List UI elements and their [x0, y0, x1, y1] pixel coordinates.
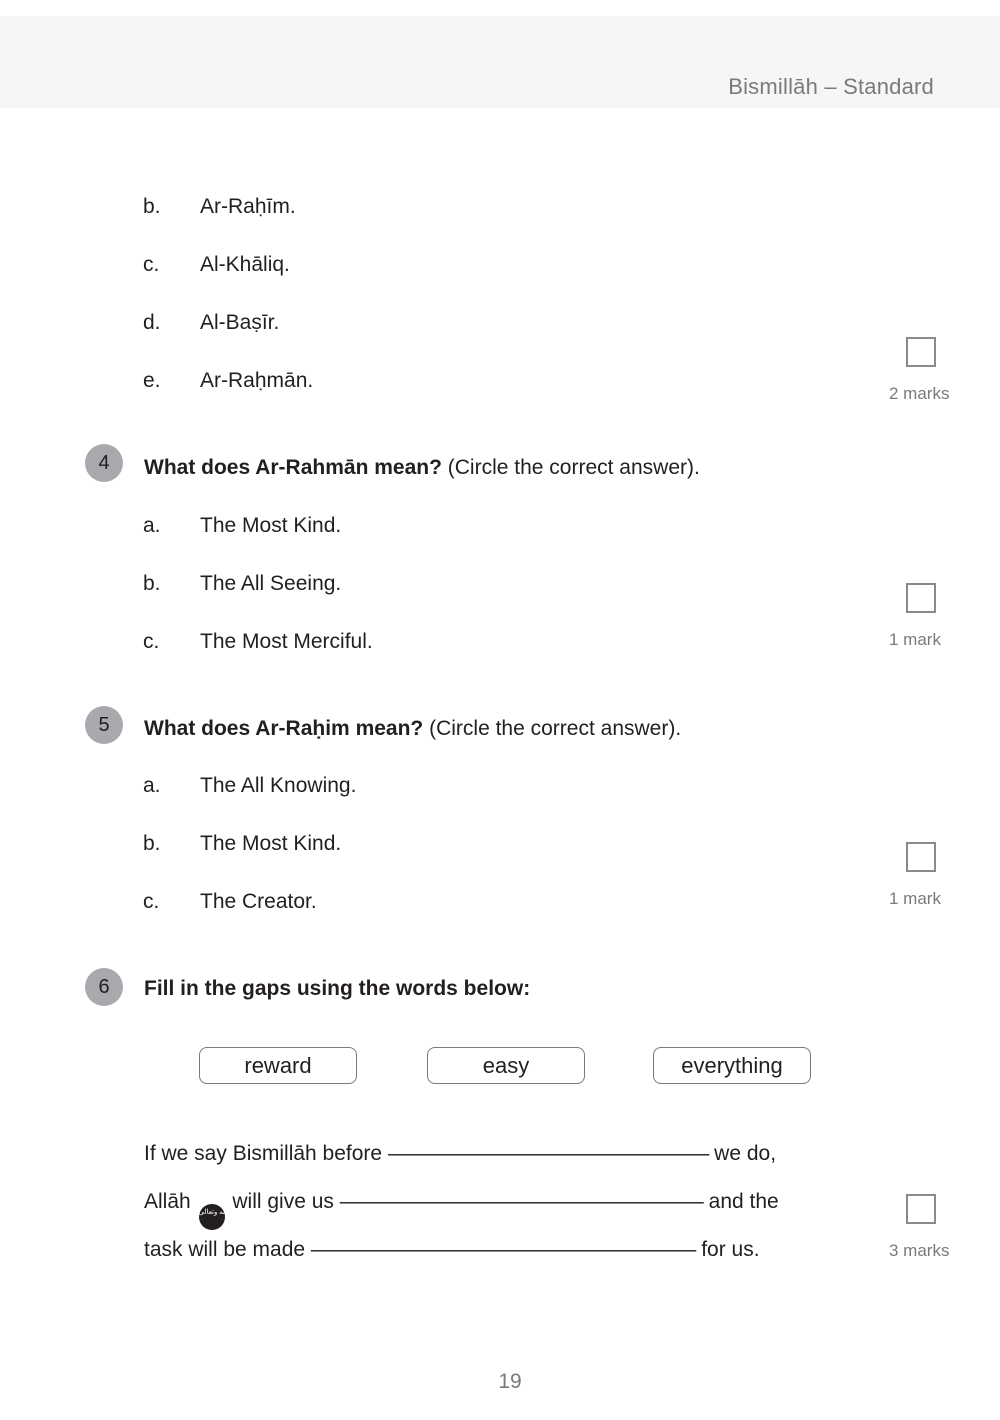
honorific-icon: سبحانه وتعالى: [198, 1204, 240, 1230]
line-text: we do,: [708, 1142, 777, 1165]
q4-number-badge: 4: [85, 444, 123, 482]
blank-1[interactable]: ––––––––––––––––––––––––––––––: [388, 1142, 709, 1165]
option-text: The All Seeing.: [200, 572, 342, 595]
option-text: The Most Merciful.: [200, 630, 373, 653]
q4-question-bold: What does Ar-Rahmān mean?: [144, 456, 442, 479]
option-text: The All Knowing.: [200, 774, 357, 797]
option-letter: b.: [143, 572, 161, 595]
line-text: for us.: [695, 1238, 760, 1261]
option-letter: d.: [143, 311, 161, 334]
line-text: task will be made: [144, 1238, 311, 1261]
fill-sentence-line-2: Allāh سبحانه وتعالى will give us –––––––…: [144, 1190, 779, 1230]
q6-question-bold: Fill in the gaps using the words below:: [144, 977, 531, 1000]
line-text: will give us: [226, 1190, 340, 1213]
line-text: and the: [702, 1190, 779, 1213]
header-title: Bismillāh – Standard: [728, 74, 934, 99]
option-letter: e.: [143, 369, 161, 392]
blank-2[interactable]: ––––––––––––––––––––––––––––––––––: [340, 1190, 704, 1213]
option-text: The Most Kind.: [200, 514, 342, 537]
option-text: Ar-Raḥmān.: [200, 369, 314, 392]
word-box-reward: reward: [199, 1047, 357, 1084]
q4-mark-box[interactable]: [906, 583, 936, 613]
option-text: Al-Khāliq.: [200, 253, 290, 276]
option-letter: c.: [143, 253, 160, 276]
q4-question: What does Ar-Rahmān mean? (Circle the co…: [144, 456, 700, 480]
fill-sentence-line-1: If we say Bismillāh before –––––––––––––…: [144, 1142, 776, 1166]
q5-number-badge: 5: [85, 706, 123, 744]
q6-mark-box[interactable]: [906, 1194, 936, 1224]
q6-question: Fill in the gaps using the words below:: [144, 977, 530, 1001]
fill-sentence-line-3: task will be made ––––––––––––––––––––––…: [144, 1238, 760, 1262]
q6-marks-label: 3 marks: [889, 1241, 950, 1260]
q5-question-bold: What does Ar-Raḥim mean?: [144, 717, 424, 740]
option-letter: c.: [143, 630, 160, 653]
option-letter: a.: [143, 774, 161, 797]
q3-mark-box[interactable]: [906, 337, 936, 367]
option-letter: a.: [143, 514, 161, 537]
q3-marks-label: 2 marks: [889, 384, 950, 403]
q5-question: What does Ar-Raḥim mean? (Circle the cor…: [144, 717, 681, 741]
word-box-easy: easy: [427, 1047, 585, 1084]
option-letter: c.: [143, 890, 160, 913]
page-number: 19: [498, 1370, 522, 1393]
option-letter: b.: [143, 832, 161, 855]
blank-3[interactable]: ––––––––––––––––––––––––––––––––––––: [311, 1238, 696, 1261]
option-text: The Creator.: [200, 890, 317, 913]
line-text: If we say Bismillāh before: [144, 1142, 388, 1165]
q4-question-instruction: (Circle the correct answer).: [441, 456, 700, 479]
line-text: Allāh: [144, 1190, 197, 1213]
option-text: The Most Kind.: [200, 832, 342, 855]
option-text: Ar-Raḥīm.: [200, 195, 296, 218]
q4-marks-label: 1 mark: [889, 630, 941, 649]
option-text: Al-Baṣīr.: [200, 311, 280, 334]
word-box-everything: everything: [653, 1047, 811, 1084]
q6-number-badge: 6: [85, 968, 123, 1006]
option-letter: b.: [143, 195, 161, 218]
q5-marks-label: 1 mark: [889, 889, 941, 908]
q5-question-instruction: (Circle the correct answer).: [423, 717, 682, 740]
q5-mark-box[interactable]: [906, 842, 936, 872]
